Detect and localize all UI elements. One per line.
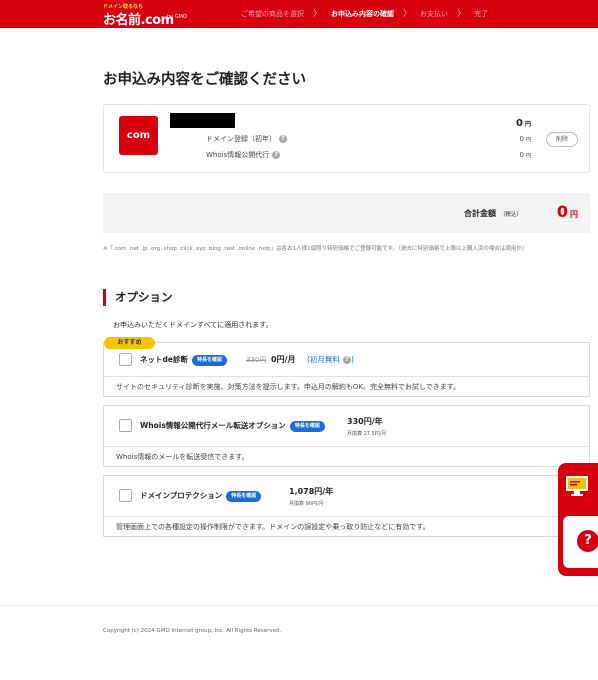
feature-button[interactable]: 特長を確認 (289, 420, 325, 432)
option-price: 330円/年 (347, 417, 383, 426)
yen-unit: 円 (525, 137, 531, 143)
free-note-text: (初月無料 (307, 355, 340, 364)
step-separator: 〉 (313, 9, 323, 19)
domain-subtotal: 0円 (516, 118, 531, 129)
line-domain-registration: ドメイン登録（初年）? (206, 134, 287, 144)
option-net-de-shindan: ネットde診断 特長を確認 330円 0円/月 (初月無料?) サイトのセキュリテ… (103, 342, 590, 397)
step-payment: お支払い (420, 10, 448, 18)
line-whois-privacy: Whois情報公開代行? (206, 150, 281, 160)
page-title: お申込み内容をご確認ください (103, 72, 306, 88)
yen-unit: 円 (570, 210, 578, 219)
recommend-badge: おすすめ (104, 337, 155, 349)
option-body: 管理画面上での各種設定の操作制限ができます。ドメインの誤設定や乗っ取り防止などに… (104, 516, 589, 536)
help-icon[interactable]: ? (279, 135, 287, 143)
option-description: Whois情報のメールを転送受信できます。 (116, 453, 249, 461)
option-header: Whois情報公開代行メール転送オプション 特長を確認 330円/年 月換算 27… (104, 406, 589, 446)
campaign-note: ※「.com .net .jp .org .shop .click .xyz .… (103, 246, 528, 252)
options-title: オプション (103, 289, 173, 306)
option-price: 0円/月 (271, 355, 296, 364)
copyright: Copyright (c) 2024 GMO Internet group, I… (103, 628, 282, 634)
option-checkbox[interactable] (119, 419, 132, 432)
line-domain-registration-price: 0円 (520, 135, 531, 143)
feature-button[interactable]: 特長を確認 (226, 490, 262, 502)
tax-note: （税込） (499, 212, 522, 218)
option-domain-protection: ドメインプロテクション 特長を確認 1,078円/年 月換算 90円/月 管理画面… (103, 475, 590, 537)
logo-gmo: by GMO (167, 14, 187, 20)
domain-name-redacted (170, 113, 235, 128)
footer-divider (0, 605, 598, 606)
option-header: ドメインプロテクション 特長を確認 1,078円/年 月換算 90円/月 (104, 476, 589, 516)
option-description: サイトのセキュリティ診断を実施、対策方法を提示します。申込月の解約もOK、完全無… (116, 383, 461, 391)
help-question-icon[interactable]: ? (577, 530, 598, 552)
site-header: ドメイン取るなら お名前.com by GMO ご希望の商品を選択 〉 お申込み… (0, 0, 598, 28)
option-name-text: Whois情報公開代行メール転送オプション (140, 421, 286, 430)
step-separator: 〉 (403, 9, 413, 19)
total-box: 合計金額 （税込） 0円 (103, 193, 590, 233)
step-complete: 完了 (474, 10, 488, 18)
option-price: 1,078円/年 (289, 487, 334, 496)
line-price-value: 0 (519, 151, 524, 159)
domain-subtotal-value: 0 (516, 118, 523, 129)
line-price-value: 0 (519, 135, 524, 143)
yen-unit: 円 (525, 153, 531, 159)
help-panel[interactable]: ? (563, 516, 598, 568)
free-note: (初月無料?) (307, 355, 354, 364)
option-name-text: ドメインプロテクション (140, 491, 223, 500)
option-whois-mail-forward: Whois情報公開代行メール転送オプション 特長を確認 330円/年 月換算 27… (103, 405, 590, 467)
step-confirm: お申込み内容の確認 (331, 10, 394, 18)
step-separator: 〉 (457, 9, 467, 19)
line-label: ドメイン登録（初年） (206, 135, 276, 143)
total-label-text: 合計金額 (463, 209, 496, 218)
total-amount-value: 0 (556, 202, 568, 221)
logo-text: お名前.com (103, 13, 174, 28)
strike-price: 330円 (246, 356, 267, 364)
help-icon[interactable]: ? (272, 151, 281, 159)
feature-button[interactable]: 特長を確認 (191, 354, 227, 366)
option-name: ネットde診断 特長を確認 (140, 354, 227, 366)
com-tld-icon: com (119, 116, 158, 155)
yen-unit: 円 (524, 121, 531, 128)
monitor-icon[interactable] (563, 472, 598, 502)
side-support-widget: ? (558, 463, 598, 576)
option-body: Whois情報のメールを転送受信できます。 (104, 446, 589, 466)
step-select-product: ご希望の商品を選択 (241, 10, 304, 18)
onamae-logo[interactable]: ドメイン取るなら お名前.com by GMO (103, 3, 193, 28)
option-monthly-price: 月換算 90円/月 (289, 501, 324, 507)
option-header: ネットde診断 特長を確認 330円 0円/月 (初月無料?) (104, 343, 589, 376)
line-label: Whois情報公開代行 (206, 151, 270, 159)
option-description: 管理画面上での各種設定の操作制限ができます。ドメインの誤設定や乗っ取り防止などに… (116, 523, 430, 531)
line-whois-privacy-price: 0円 (520, 151, 531, 159)
option-checkbox[interactable] (119, 489, 132, 502)
domain-card: com 0円 ドメイン登録（初年）? 0円 Whois情報公開代行? 0円 削除 (103, 104, 590, 173)
option-monthly-price: 月換算 27.5円/月 (347, 431, 387, 437)
total-amount: 0円 (557, 202, 578, 221)
help-icon[interactable]: ? (342, 356, 351, 364)
total-label: 合計金額 （税込） (464, 208, 522, 219)
option-name: Whois情報公開代行メール転送オプション 特長を確認 (140, 420, 325, 432)
options-description: お申込みいただくドメインすべてに適用されます。 (113, 321, 273, 329)
option-name-text: ネットde診断 (140, 355, 188, 364)
option-body: サイトのセキュリティ診断を実施、対策方法を提示します。申込月の解約もOK、完全無… (104, 376, 589, 396)
option-name: ドメインプロテクション 特長を確認 (140, 490, 262, 502)
delete-button[interactable]: 削除 (546, 132, 578, 147)
option-checkbox[interactable] (119, 353, 132, 366)
